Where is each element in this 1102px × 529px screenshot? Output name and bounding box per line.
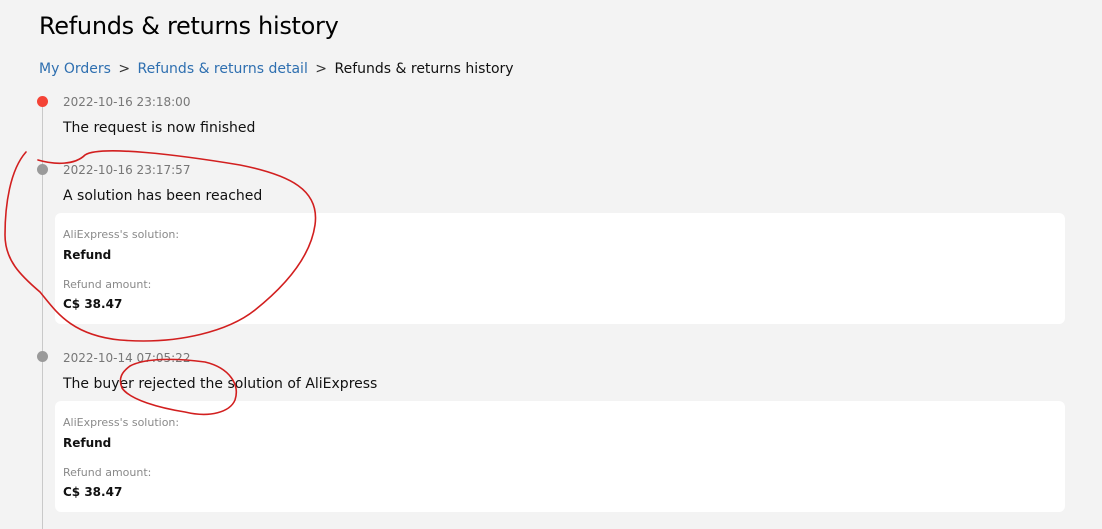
breadcrumb-current: Refunds & returns history bbox=[334, 61, 514, 77]
timeline-dot-active-icon bbox=[37, 96, 48, 107]
refund-history-page: Refunds & returns history My Orders > Re… bbox=[0, 0, 1102, 529]
timeline-dot-icon bbox=[37, 164, 48, 175]
event-timestamp: 2022-10-16 23:17:57 bbox=[63, 163, 191, 177]
refund-amount-value: C$ 38.47 bbox=[63, 297, 123, 311]
breadcrumb-refund-detail[interactable]: Refunds & returns detail bbox=[138, 61, 308, 77]
solution-card: AliExpress's solution: Refund Refund amo… bbox=[55, 401, 1065, 512]
refund-amount-label: Refund amount: bbox=[63, 278, 152, 291]
breadcrumb: My Orders > Refunds & returns detail > R… bbox=[39, 61, 514, 77]
page-title: Refunds & returns history bbox=[39, 12, 339, 40]
breadcrumb-separator: > bbox=[118, 61, 131, 77]
event-title: The buyer rejected the solution of AliEx… bbox=[63, 376, 378, 392]
event-title: The request is now finished bbox=[63, 120, 256, 136]
breadcrumb-my-orders[interactable]: My Orders bbox=[39, 61, 111, 77]
solution-value: Refund bbox=[63, 436, 112, 450]
refund-amount-label: Refund amount: bbox=[63, 466, 152, 479]
event-title: A solution has been reached bbox=[63, 188, 263, 204]
solution-label: AliExpress's solution: bbox=[63, 416, 180, 429]
refund-amount-value: C$ 38.47 bbox=[63, 485, 123, 499]
solution-card: AliExpress's solution: Refund Refund amo… bbox=[55, 213, 1065, 324]
event-timestamp: 2022-10-16 23:18:00 bbox=[63, 95, 191, 109]
breadcrumb-separator: > bbox=[315, 61, 328, 77]
solution-label: AliExpress's solution: bbox=[63, 228, 180, 241]
timeline-dot-icon bbox=[37, 351, 48, 362]
event-timestamp: 2022-10-14 07:05:22 bbox=[63, 351, 191, 365]
solution-value: Refund bbox=[63, 248, 112, 262]
